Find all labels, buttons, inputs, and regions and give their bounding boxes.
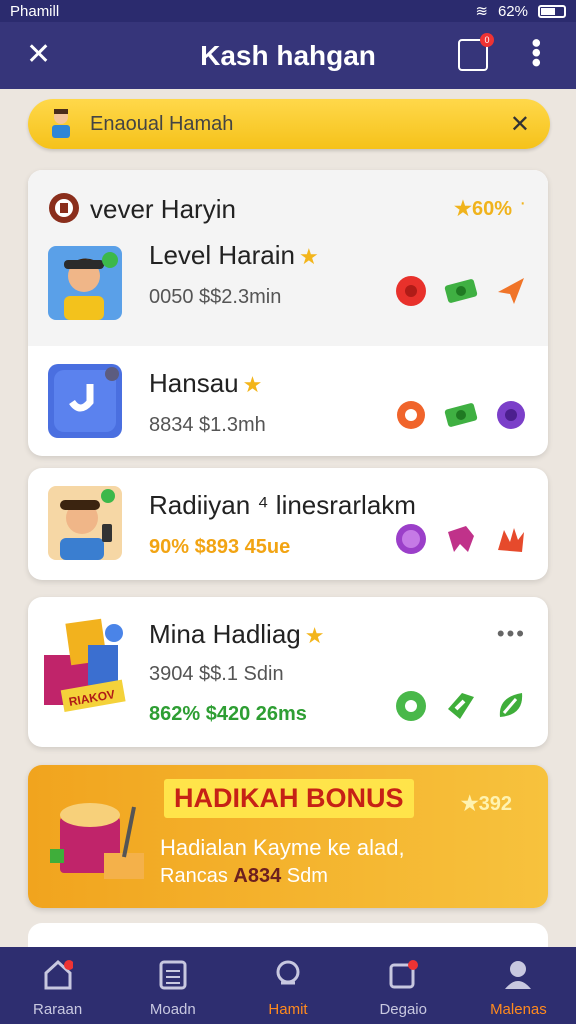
- avatar: [48, 246, 122, 320]
- promo-title: HADIKAH BONUS: [164, 779, 414, 818]
- cash-icon[interactable]: [444, 398, 478, 432]
- tab-search[interactable]: Hamit: [230, 947, 345, 1024]
- level-card: vever Haryin ★60% · Level Harain ★ 0050 $…: [28, 170, 548, 456]
- item-stats: 0050 $$2.3min: [149, 286, 282, 308]
- notification-badge: 0: [480, 33, 494, 47]
- promo-line-2: Rancas A834 Sdm: [160, 865, 328, 888]
- card-title: vever Haryin: [90, 194, 236, 224]
- card-header: vever Haryin ★60% ·: [28, 170, 548, 234]
- battery-icon: [538, 4, 566, 18]
- item-name: Level Harain: [149, 240, 295, 270]
- battery-label: 62%: [497, 2, 528, 20]
- bottom-tab-bar: Raraan Moadn Hamit Degaio Malenas: [0, 947, 576, 1024]
- gift-chest-icon: [50, 803, 144, 879]
- message-icon: [389, 960, 419, 989]
- item-stats-secondary: 862% $420 26ms: [149, 703, 307, 725]
- promo-highlight: A834: [233, 865, 282, 887]
- settings-icon[interactable]: [494, 398, 528, 432]
- list-item[interactable]: Level Harain ★ 0050 $$2.3min: [28, 234, 548, 346]
- item-name: Hansau: [149, 368, 239, 398]
- carrier-label: Phamill: [10, 2, 60, 20]
- tab-label: Raraan: [33, 1001, 83, 1018]
- promo-line-2-suffix: Sdm: [286, 865, 328, 887]
- player-card[interactable]: Radiiyan ⁴ linesrarlakm 90% $893 45ue: [28, 468, 548, 580]
- cash-icon[interactable]: [444, 274, 478, 308]
- percent-badge: ★60%: [454, 198, 512, 220]
- tab-profile[interactable]: Malenas: [461, 947, 576, 1024]
- home-icon: [44, 959, 74, 990]
- brand-icon: [49, 193, 79, 223]
- list-icon: [159, 960, 187, 990]
- item-name: Mina Hadliag: [149, 619, 301, 649]
- tab-label: Moadn: [149, 1001, 196, 1018]
- star-icon: ★: [298, 244, 319, 269]
- app-bar: ✕ Kash hahgan 0 •••: [0, 22, 576, 89]
- avatar: [48, 486, 122, 560]
- avatar-icon: [48, 109, 74, 139]
- status-bar: Phamill ≋ 62%: [0, 0, 576, 22]
- wifi-icon: ≋: [475, 3, 488, 20]
- music-app-icon: [48, 364, 122, 438]
- leaf-icon[interactable]: [494, 522, 528, 556]
- item-stats: 8834 $1.3mh: [149, 414, 266, 436]
- promo-line-1: Hadialan Kayme ke alad,: [160, 835, 405, 860]
- tab-list[interactable]: Moadn: [115, 947, 230, 1024]
- send-icon[interactable]: [494, 274, 528, 308]
- list-item[interactable]: Hansau ★ 8834 $1.3mh: [28, 346, 548, 456]
- star-icon: ★: [304, 623, 325, 648]
- more-options-icon[interactable]: •••: [497, 621, 526, 647]
- more-options-icon[interactable]: •••: [521, 38, 552, 67]
- star-icon: ★: [242, 372, 263, 397]
- gear-icon[interactable]: [394, 689, 428, 723]
- promo-line-2-prefix: Rancas: [160, 865, 228, 887]
- banner-label: Enaoual Hamah: [90, 112, 234, 135]
- search-icon: [276, 960, 300, 985]
- coin-icon[interactable]: [394, 522, 428, 556]
- gift-box-icon: RIAKOV: [42, 615, 130, 725]
- tag-icon[interactable]: [444, 689, 478, 723]
- close-banner-icon[interactable]: ✕: [510, 110, 530, 139]
- tab-label: Malenas: [490, 1001, 547, 1018]
- bonus-promo-card[interactable]: HADIKAH BONUS ★392 Hadialan Kayme ke ala…: [28, 765, 548, 908]
- tab-messages[interactable]: Degaio: [346, 947, 461, 1024]
- gear-icon[interactable]: [394, 274, 428, 308]
- item-stats: 3904 $$.1 Sdin: [149, 663, 284, 685]
- profile-icon: [505, 961, 532, 989]
- item-name: Radiiyan ⁴ linesrarlakm: [149, 490, 416, 520]
- tab-label: Hamit: [268, 1001, 308, 1018]
- info-banner[interactable]: Enaoual Hamah ✕: [28, 99, 550, 149]
- badge-dot: ·: [519, 192, 526, 214]
- item-stats: 90% $893 45ue: [149, 536, 291, 558]
- notification-icon[interactable]: 0: [458, 33, 494, 71]
- tab-label: Degaio: [379, 1001, 427, 1018]
- leaf-icon[interactable]: [494, 689, 528, 723]
- puzzle-icon[interactable]: [444, 522, 478, 556]
- gift-card[interactable]: RIAKOV Mina Hadliag ★ ••• 3904 $$.1 Sdin …: [28, 597, 548, 747]
- gear-icon[interactable]: [394, 398, 428, 432]
- tab-home[interactable]: Raraan: [0, 947, 115, 1024]
- promo-value: ★392: [460, 793, 512, 815]
